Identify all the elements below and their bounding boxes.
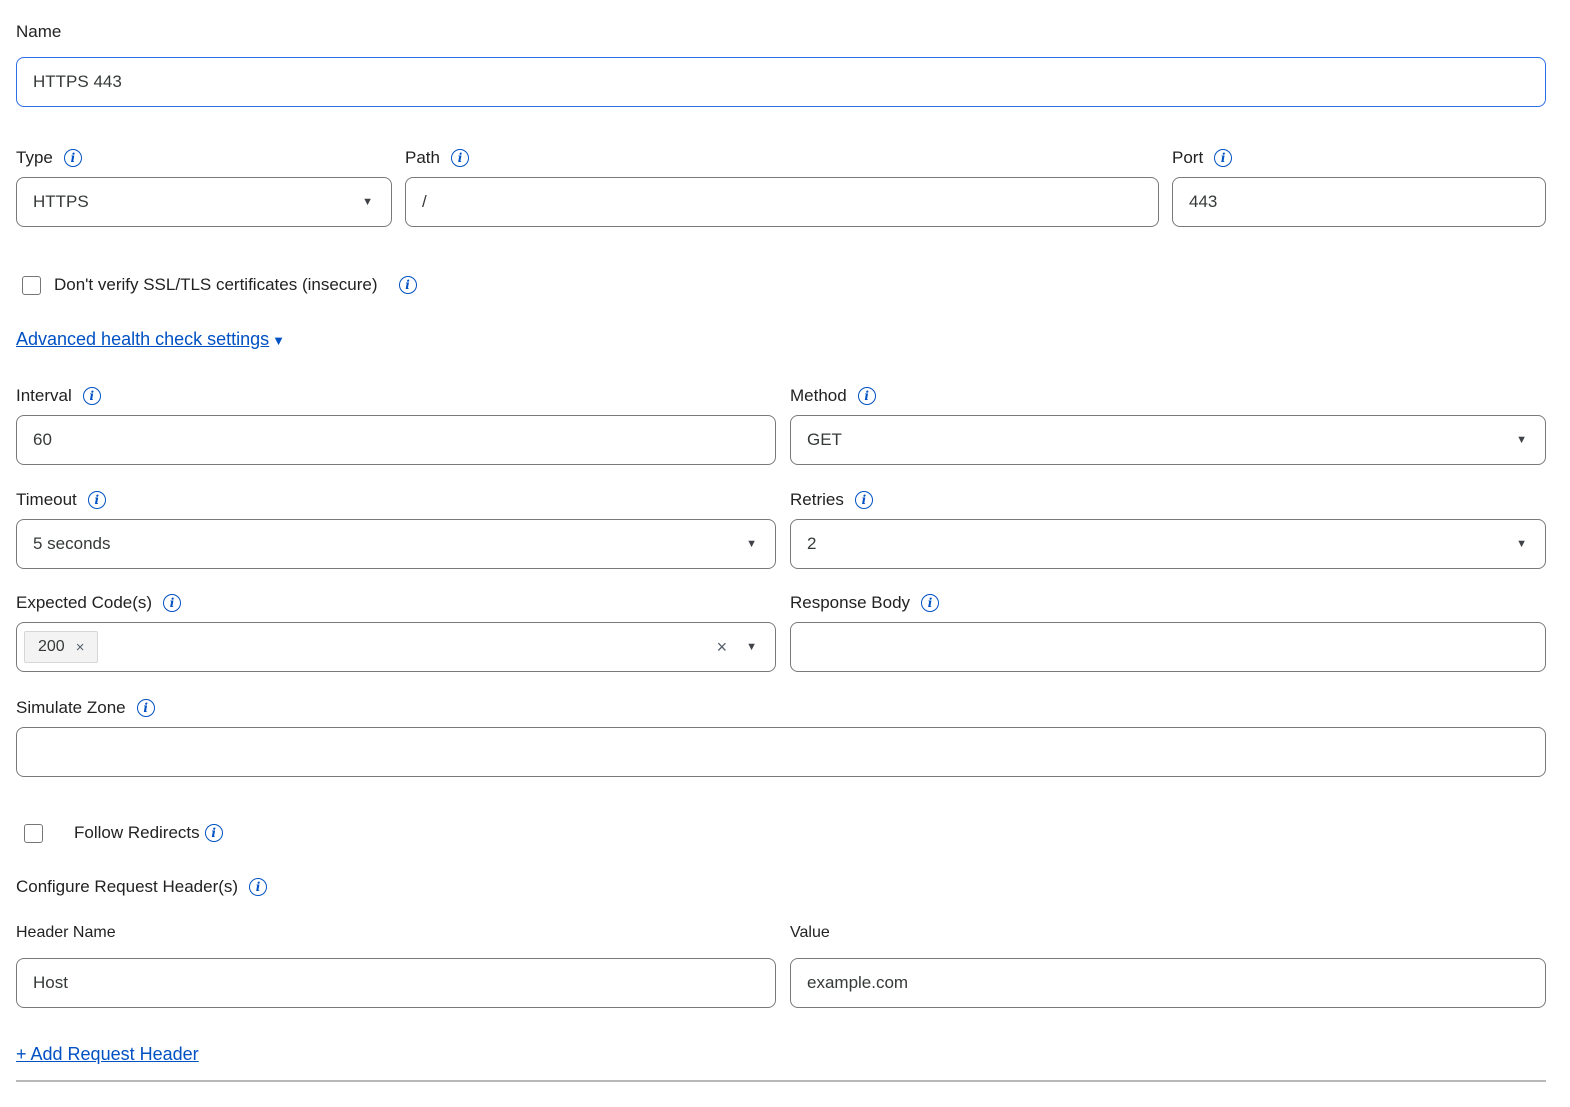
configure-headers-label: Configure Request Header(s) i (16, 873, 1546, 900)
type-info-icon[interactable]: i (64, 149, 82, 167)
interval-input[interactable] (16, 415, 776, 465)
timeout-select-value: 5 seconds (33, 534, 111, 554)
header-name-field: Header Name (16, 922, 776, 1008)
follow-redirects-checkbox[interactable] (24, 824, 43, 843)
path-label: Path i (405, 144, 1159, 171)
retries-field: Retries i 2 ▼ (790, 486, 1546, 569)
header-value-label-text: Value (790, 924, 830, 942)
type-path-port-row: Type i HTTPS ▼ Path i Port i (16, 144, 1546, 227)
expected-codes-label: Expected Code(s) i (16, 589, 776, 616)
simulate-zone-info-icon[interactable]: i (137, 699, 155, 717)
retries-label: Retries i (790, 486, 1546, 513)
advanced-settings-row: Advanced health check settings▼ (16, 329, 1546, 350)
caret-down-icon: ▼ (362, 197, 373, 208)
type-select-value: HTTPS (33, 192, 89, 212)
clear-all-icon[interactable]: × (717, 638, 728, 656)
header-value-input[interactable] (790, 958, 1546, 1008)
method-info-icon[interactable]: i (858, 387, 876, 405)
configure-headers-info-icon[interactable]: i (249, 878, 267, 896)
codes-body-row: Expected Code(s) i 200 × × ▼ Response Bo… (16, 589, 1546, 672)
response-body-input[interactable] (790, 622, 1546, 672)
bottom-divider (16, 1080, 1546, 1082)
response-body-label: Response Body i (790, 589, 1546, 616)
method-label: Method i (790, 382, 1546, 409)
caret-down-icon[interactable]: ▼ (746, 642, 757, 653)
caret-down-icon: ▼ (1516, 435, 1527, 446)
verify-ssl-info-icon[interactable]: i (399, 276, 417, 294)
header-name-label: Header Name (16, 922, 776, 944)
add-request-header-link[interactable]: + Add Request Header (16, 1044, 199, 1064)
port-label: Port i (1172, 144, 1546, 171)
simulate-zone-label-text: Simulate Zone (16, 698, 126, 718)
path-label-text: Path (405, 148, 440, 168)
interval-label-text: Interval (16, 386, 72, 406)
header-value-field: Value (790, 922, 1546, 1008)
configure-headers-label-text: Configure Request Header(s) (16, 877, 238, 897)
response-body-label-text: Response Body (790, 593, 910, 613)
expected-code-tag: 200 × (24, 631, 98, 663)
port-input[interactable] (1172, 177, 1546, 227)
method-label-text: Method (790, 386, 847, 406)
interval-method-row: Interval i Method i GET ▼ (16, 382, 1546, 465)
retries-select[interactable]: 2 ▼ (790, 519, 1546, 569)
interval-field: Interval i (16, 382, 776, 465)
advanced-settings-link[interactable]: Advanced health check settings (16, 329, 269, 349)
follow-redirects-label-group: Follow Redirects i (74, 823, 223, 843)
timeout-info-icon[interactable]: i (88, 491, 106, 509)
retries-info-icon[interactable]: i (855, 491, 873, 509)
timeout-select[interactable]: 5 seconds ▼ (16, 519, 776, 569)
path-info-icon[interactable]: i (451, 149, 469, 167)
response-body-field: Response Body i (790, 589, 1546, 672)
timeout-label-text: Timeout (16, 490, 77, 510)
follow-redirects-label[interactable]: Follow Redirects (74, 823, 200, 843)
simulate-zone-field: Simulate Zone i (16, 694, 1546, 777)
follow-redirects-row: Follow Redirects i (16, 823, 1546, 843)
type-field: Type i HTTPS ▼ (16, 144, 392, 227)
multiselect-controls: × ▼ (717, 638, 757, 656)
path-input[interactable] (405, 177, 1159, 227)
caret-down-icon: ▼ (1516, 539, 1527, 550)
expected-code-tag-text: 200 (38, 638, 65, 656)
expected-codes-field: Expected Code(s) i 200 × × ▼ (16, 589, 776, 672)
port-field: Port i (1172, 144, 1546, 227)
method-select[interactable]: GET ▼ (790, 415, 1546, 465)
retries-label-text: Retries (790, 490, 844, 510)
health-check-form: Name Type i HTTPS ▼ Path i Port i (0, 0, 1570, 1082)
advanced-caret-down-icon: ▼ (272, 333, 285, 348)
simulate-zone-label: Simulate Zone i (16, 694, 1546, 721)
header-value-label: Value (790, 922, 1546, 944)
header-name-input[interactable] (16, 958, 776, 1008)
verify-ssl-row: Don't verify SSL/TLS certificates (insec… (16, 275, 1546, 295)
method-field: Method i GET ▼ (790, 382, 1546, 465)
verify-ssl-label[interactable]: Don't verify SSL/TLS certificates (insec… (54, 275, 378, 295)
remove-tag-icon[interactable]: × (76, 640, 85, 655)
header-row: Header Name Value (16, 922, 1546, 1008)
expected-codes-info-icon[interactable]: i (163, 594, 181, 612)
path-field: Path i (405, 144, 1159, 227)
timeout-label: Timeout i (16, 486, 776, 513)
type-label: Type i (16, 144, 392, 171)
header-name-label-text: Header Name (16, 924, 116, 942)
interval-label: Interval i (16, 382, 776, 409)
timeout-field: Timeout i 5 seconds ▼ (16, 486, 776, 569)
type-label-text: Type (16, 148, 53, 168)
add-header-row: + Add Request Header (16, 1044, 1546, 1065)
timeout-retries-row: Timeout i 5 seconds ▼ Retries i 2 ▼ (16, 486, 1546, 569)
caret-down-icon: ▼ (746, 539, 757, 550)
port-label-text: Port (1172, 148, 1203, 168)
interval-info-icon[interactable]: i (83, 387, 101, 405)
type-select[interactable]: HTTPS ▼ (16, 177, 392, 227)
port-info-icon[interactable]: i (1214, 149, 1232, 167)
name-label-text: Name (16, 22, 61, 42)
follow-redirects-info-icon[interactable]: i (205, 824, 223, 842)
method-select-value: GET (807, 430, 842, 450)
expected-codes-label-text: Expected Code(s) (16, 593, 152, 613)
response-body-info-icon[interactable]: i (921, 594, 939, 612)
simulate-zone-input[interactable] (16, 727, 1546, 777)
name-label: Name (16, 18, 1546, 45)
verify-ssl-checkbox[interactable] (22, 276, 41, 295)
name-input[interactable] (16, 57, 1546, 107)
retries-select-value: 2 (807, 534, 816, 554)
expected-codes-multiselect[interactable]: 200 × × ▼ (16, 622, 776, 672)
